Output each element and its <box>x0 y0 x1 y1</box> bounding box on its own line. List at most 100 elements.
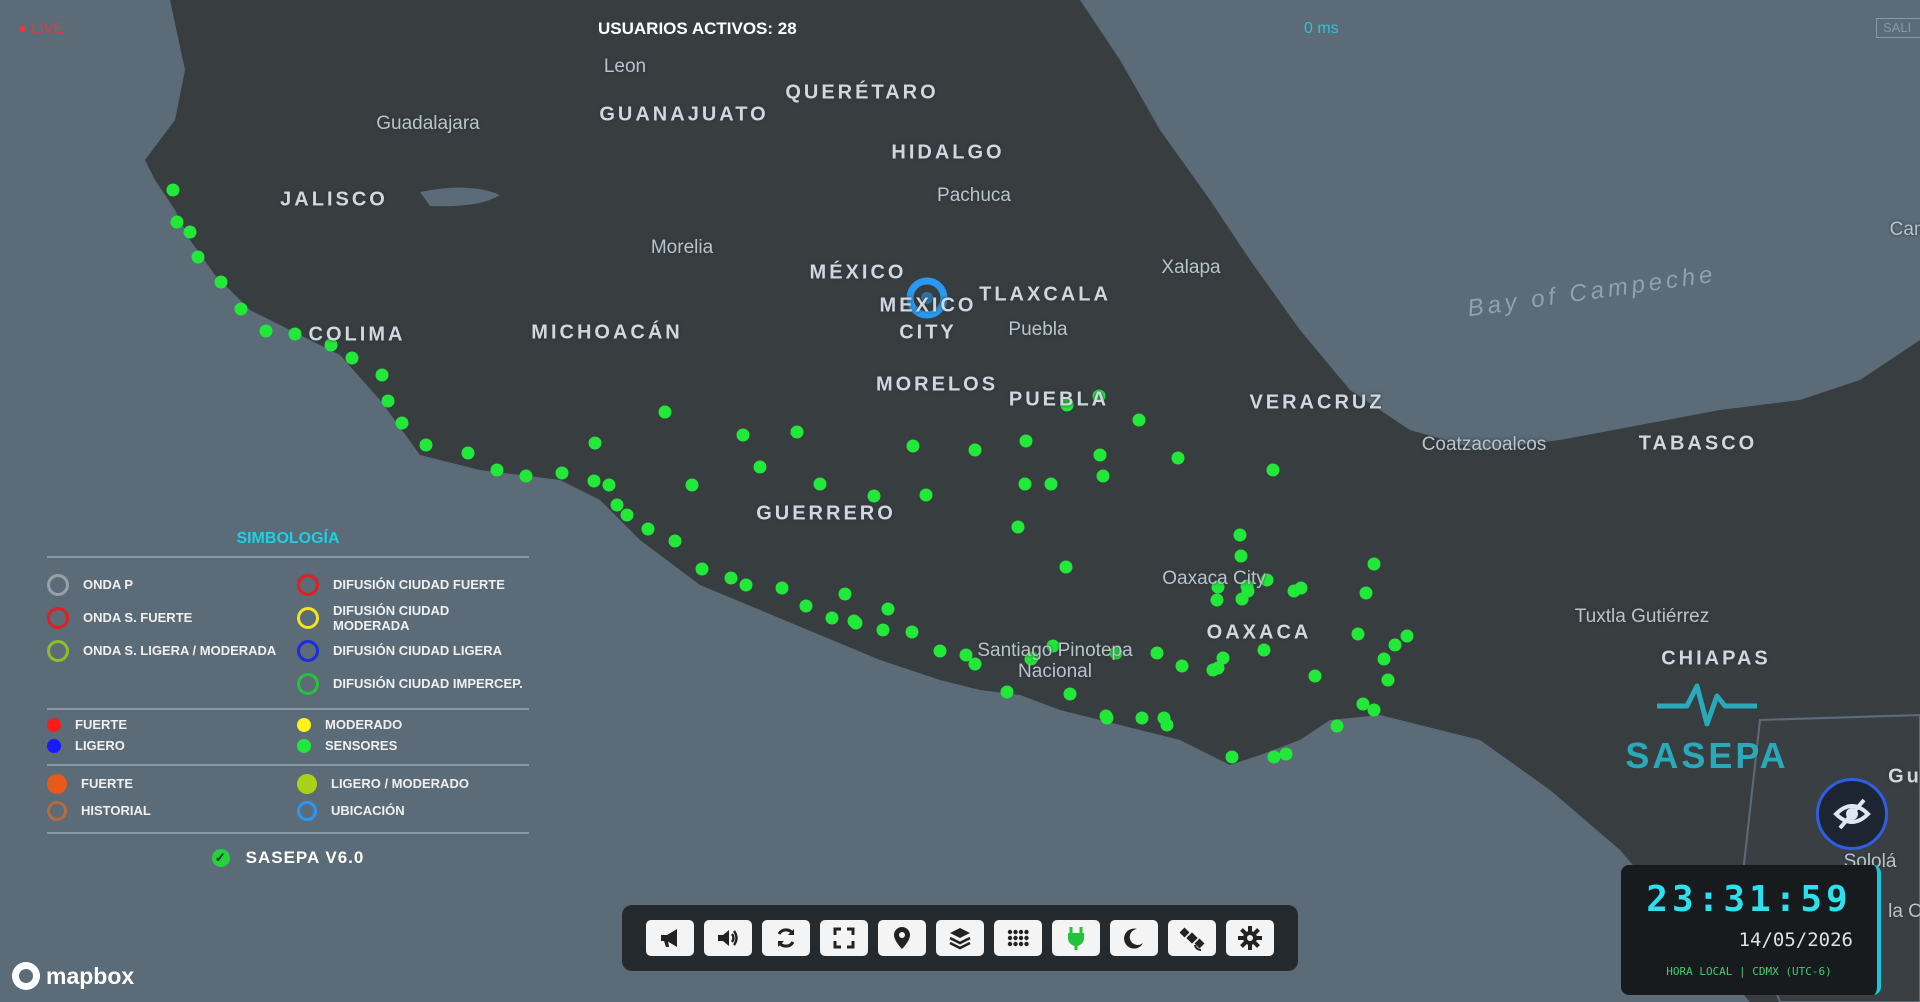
sensor-dot[interactable] <box>1216 651 1230 665</box>
sensor-dot[interactable] <box>1018 477 1032 491</box>
sensor-dot[interactable] <box>1210 593 1224 607</box>
sensor-dot[interactable] <box>1377 652 1391 666</box>
sensor-dot[interactable] <box>1359 586 1373 600</box>
sensor-dot[interactable] <box>183 225 197 239</box>
sensor-dot[interactable] <box>214 275 228 289</box>
sensor-dot[interactable] <box>555 466 569 480</box>
announce-button[interactable] <box>646 920 694 956</box>
sensor-dot[interactable] <box>790 425 804 439</box>
sensor-dot[interactable] <box>1356 697 1370 711</box>
sensor-dot[interactable] <box>1135 711 1149 725</box>
sensor-dot[interactable] <box>1024 652 1038 666</box>
location-button[interactable] <box>878 920 926 956</box>
sensor-dot[interactable] <box>658 405 672 419</box>
sensor-dot[interactable] <box>191 250 205 264</box>
mapbox-attribution[interactable]: mapbox <box>12 962 134 990</box>
sensor-dot[interactable] <box>1092 389 1106 403</box>
sensor-dot[interactable] <box>587 474 601 488</box>
sensor-dot[interactable] <box>1351 627 1365 641</box>
sensor-dot[interactable] <box>919 488 933 502</box>
sensor-dot[interactable] <box>1388 638 1402 652</box>
sensor-dot[interactable] <box>933 644 947 658</box>
sensor-dot[interactable] <box>1367 557 1381 571</box>
sensor-dot[interactable] <box>588 436 602 450</box>
sensor-dot[interactable] <box>1093 448 1107 462</box>
sensor-dot[interactable] <box>1400 629 1414 643</box>
sensor-dot[interactable] <box>395 416 409 430</box>
sensor-dot[interactable] <box>1175 659 1189 673</box>
sensor-dot[interactable] <box>324 338 338 352</box>
sensor-dot[interactable] <box>234 302 248 316</box>
sensor-dot[interactable] <box>1100 711 1114 725</box>
sensor-dot[interactable] <box>867 489 881 503</box>
fullscreen-button[interactable] <box>820 920 868 956</box>
grid-button[interactable] <box>994 920 1042 956</box>
power-button[interactable] <box>1052 920 1100 956</box>
sensor-dot[interactable] <box>345 351 359 365</box>
sensor-dot[interactable] <box>838 587 852 601</box>
sensor-dot[interactable] <box>1109 646 1123 660</box>
sensor-dot[interactable] <box>881 602 895 616</box>
sensor-dot[interactable] <box>610 498 624 512</box>
sensor-dot[interactable] <box>1266 463 1280 477</box>
sensor-dot[interactable] <box>1063 687 1077 701</box>
sensor-dot[interactable] <box>1381 673 1395 687</box>
sensor-dot[interactable] <box>1225 750 1239 764</box>
sensor-dot[interactable] <box>1267 750 1281 764</box>
sensor-dot[interactable] <box>519 469 533 483</box>
satellite-button[interactable] <box>1168 920 1216 956</box>
sensor-dot[interactable] <box>1257 643 1271 657</box>
sensor-dot[interactable] <box>166 183 180 197</box>
sensor-dot[interactable] <box>170 215 184 229</box>
sensor-dot[interactable] <box>620 508 634 522</box>
refresh-button[interactable] <box>762 920 810 956</box>
sensor-dot[interactable] <box>685 478 699 492</box>
sensor-dot[interactable] <box>641 522 655 536</box>
sensor-dot[interactable] <box>968 443 982 457</box>
sensor-dot[interactable] <box>1234 549 1248 563</box>
sensor-dot[interactable] <box>259 324 273 338</box>
sensor-dot[interactable] <box>1171 451 1185 465</box>
sensor-dot[interactable] <box>602 478 616 492</box>
sensor-dot[interactable] <box>1160 718 1174 732</box>
sensor-dot[interactable] <box>736 428 750 442</box>
sensor-dot[interactable] <box>905 625 919 639</box>
sensor-dot[interactable] <box>1060 398 1074 412</box>
sensor-dot[interactable] <box>1235 592 1249 606</box>
sensor-dot[interactable] <box>1046 639 1060 653</box>
settings-button[interactable] <box>1226 920 1274 956</box>
sensor-dot[interactable] <box>1260 573 1274 587</box>
sensor-dot[interactable] <box>1330 719 1344 733</box>
sensor-dot[interactable] <box>1308 669 1322 683</box>
sensor-dot[interactable] <box>753 460 767 474</box>
sensor-dot[interactable] <box>1011 520 1025 534</box>
sensor-dot[interactable] <box>959 648 973 662</box>
sensor-dot[interactable] <box>419 438 433 452</box>
sensor-dot[interactable] <box>288 327 302 341</box>
sensor-dot[interactable] <box>1211 580 1225 594</box>
sensor-dot[interactable] <box>825 611 839 625</box>
sensor-dot[interactable] <box>1150 646 1164 660</box>
sensor-dot[interactable] <box>1294 581 1308 595</box>
sensor-dot[interactable] <box>381 394 395 408</box>
sensor-dot[interactable] <box>375 368 389 382</box>
sensor-dot[interactable] <box>695 562 709 576</box>
sensor-dot[interactable] <box>906 439 920 453</box>
exit-button[interactable]: SALI <box>1876 18 1920 38</box>
sensor-dot[interactable] <box>1367 703 1381 717</box>
sensor-dot[interactable] <box>1019 434 1033 448</box>
sensor-dot[interactable] <box>799 599 813 613</box>
sensor-dot[interactable] <box>1044 477 1058 491</box>
sensor-dot[interactable] <box>1000 685 1014 699</box>
sensor-dot[interactable] <box>1233 528 1247 542</box>
sensor-dot[interactable] <box>1206 663 1220 677</box>
sensor-dot[interactable] <box>668 534 682 548</box>
sensor-dot[interactable] <box>490 463 504 477</box>
sensor-dot[interactable] <box>724 571 738 585</box>
sensor-dot[interactable] <box>1096 469 1110 483</box>
sensor-dot[interactable] <box>1132 413 1146 427</box>
sound-button[interactable] <box>704 920 752 956</box>
sensor-dot[interactable] <box>461 446 475 460</box>
hide-panels-button[interactable] <box>1816 778 1888 850</box>
sensor-dot[interactable] <box>775 581 789 595</box>
